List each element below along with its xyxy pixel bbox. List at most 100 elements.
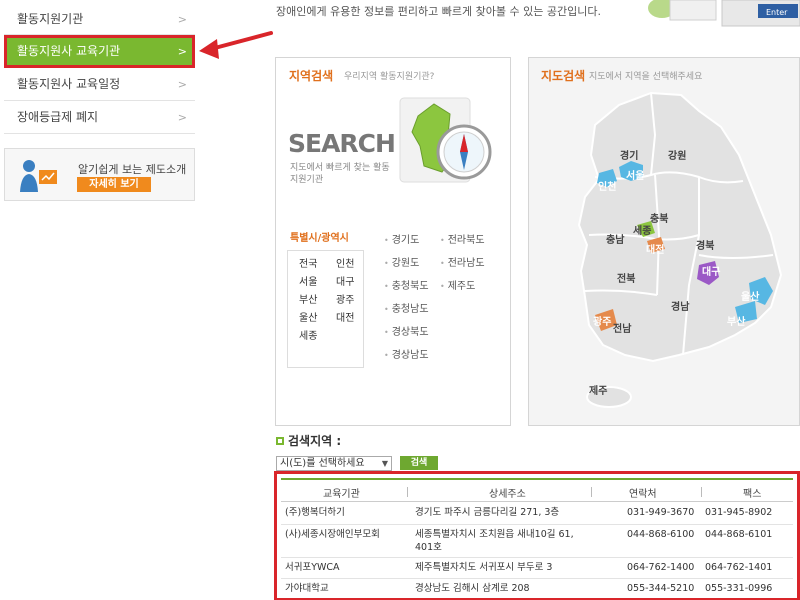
map-search-panel: 지도검색 지도에서 지역을 선택해주세요 경기 강원 서울 인천 충북 충남 세… bbox=[528, 57, 800, 426]
cell-institution: 서귀포YWCA bbox=[285, 562, 340, 573]
province-link-jeonbuk[interactable]: 전라북도 bbox=[440, 234, 485, 257]
map-search-subtitle: 지도에서 지역을 선택해주세요 bbox=[589, 72, 703, 82]
city-link-seoul[interactable]: 서울 bbox=[299, 276, 336, 289]
search-region-label: 검색지역 : bbox=[288, 434, 342, 448]
map-label-gyeongnam[interactable]: 경남 bbox=[671, 298, 689, 313]
intro-text: 장애인에게 유용한 정보를 편리하고 빠르게 찾아볼 수 있는 공간입니다. bbox=[276, 5, 601, 18]
map-label-gyeonggi[interactable]: 경기 bbox=[620, 147, 638, 162]
cell-institution: 가야대학교 bbox=[285, 583, 329, 594]
province-link-chungnam[interactable]: 충청남도 bbox=[384, 303, 429, 326]
header-institution: 교육기관 bbox=[323, 489, 360, 500]
map-label-gangwon[interactable]: 강원 bbox=[668, 147, 686, 162]
province-link-gyeongnam[interactable]: 경상남도 bbox=[384, 349, 429, 372]
map-label-sejong[interactable]: 세종 bbox=[633, 222, 651, 237]
table-header: 교육기관 상세주소 연락처 팩스 bbox=[281, 478, 793, 502]
map-label-gwangju[interactable]: 광주 bbox=[593, 313, 611, 328]
map-label-chungbuk[interactable]: 충북 bbox=[650, 210, 668, 225]
presenter-icon bbox=[20, 160, 57, 192]
map-search-title: 지도검색 bbox=[541, 69, 586, 83]
header-phone: 연락처 bbox=[629, 489, 657, 500]
enter-key-label: Enter bbox=[766, 8, 788, 17]
chevron-down-icon: ▼ bbox=[381, 459, 388, 468]
province-link-chungbuk[interactable]: 충청북도 bbox=[384, 280, 429, 303]
cell-phone: 044-868-6100 bbox=[627, 529, 695, 540]
header-separator bbox=[407, 487, 408, 497]
province-list-2: 전라북도 전라남도 제주도 bbox=[440, 234, 485, 303]
map-label-daegu[interactable]: 대구 bbox=[702, 263, 720, 278]
map-label-ulsan[interactable]: 울산 bbox=[741, 288, 759, 303]
promo-banner[interactable]: 알기쉽게 보는 제도소개 자세히 보기 bbox=[4, 148, 195, 201]
cell-address: 세종특별자치시 조치원읍 새내10길 61, bbox=[415, 529, 574, 540]
red-arrow-annotation bbox=[199, 31, 273, 59]
header-address: 상세주소 bbox=[489, 489, 526, 500]
map-label-gyeongbuk[interactable]: 경북 bbox=[696, 237, 714, 252]
region-select[interactable]: 시(도)를 선택하세요 ▼ bbox=[276, 456, 392, 471]
chevron-right-icon: > bbox=[177, 78, 187, 91]
cell-address: 경기도 파주시 금릉다리길 271, 3층 bbox=[415, 507, 560, 518]
province-link-gyeongbuk[interactable]: 경상북도 bbox=[384, 326, 429, 349]
results-table: 교육기관 상세주소 연락처 팩스 (주)행복더하기 경기도 파주시 금릉다리길 … bbox=[274, 471, 800, 600]
keyboard-illustration: Enter bbox=[648, 0, 800, 27]
province-link-gangwon[interactable]: 강원도 bbox=[384, 257, 429, 280]
region-select-value: 시(도)를 선택하세요 bbox=[280, 458, 365, 469]
sidebar-item-label: 활동지원사 교육기관 bbox=[17, 44, 121, 58]
cell-address: 경상남도 김해시 삼계로 208 bbox=[415, 583, 530, 594]
map-label-busan[interactable]: 부산 bbox=[727, 313, 745, 328]
chevron-right-icon: > bbox=[177, 111, 187, 124]
sidebar-item-agencies[interactable]: 활동지원기관 > bbox=[4, 3, 195, 35]
square-bullet-icon bbox=[276, 437, 284, 445]
table-row[interactable]: 가야대학교 경상남도 김해시 삼계로 208 055-344-5210 055-… bbox=[281, 579, 793, 598]
cell-phone: 055-344-5210 bbox=[627, 583, 695, 594]
map-label-chungnam[interactable]: 충남 bbox=[606, 231, 624, 246]
province-link-jeju[interactable]: 제주도 bbox=[440, 280, 485, 303]
cell-fax: 055-331-0996 bbox=[705, 583, 773, 594]
sidebar-item-training-schedule[interactable]: 활동지원사 교육일정 > bbox=[4, 68, 195, 101]
table-row[interactable]: (사)세종시장애인부모회 세종특별자치시 조치원읍 새내10길 61, 401호… bbox=[281, 525, 793, 558]
chevron-right-icon: > bbox=[177, 13, 187, 26]
sidebar-item-grade-abolition[interactable]: 장애등급제 폐지 > bbox=[4, 101, 195, 134]
promo-text: 알기쉽게 보는 제도소개 bbox=[78, 163, 187, 176]
korea-map[interactable] bbox=[559, 85, 799, 425]
city-link-sejong[interactable]: 세종 bbox=[299, 330, 336, 343]
sidebar-menu: 활동지원기관 > 활동지원사 교육기관 > 활동지원사 교육일정 > 장애등급제… bbox=[4, 3, 195, 134]
city-link-ulsan[interactable]: 울산 bbox=[299, 312, 336, 325]
region-search-subtitle: 우리지역 활동지원기관? bbox=[344, 72, 435, 82]
sidebar-item-label: 활동지원기관 bbox=[17, 12, 84, 26]
city-link-incheon[interactable]: 인천 bbox=[336, 258, 366, 271]
map-label-jeju[interactable]: 제주 bbox=[589, 382, 607, 397]
search-heading: SEARCH bbox=[288, 129, 396, 158]
map-compass-icon bbox=[399, 97, 492, 183]
province-list-1: 경기도 강원도 충청북도 충청남도 경상북도 경상남도 bbox=[384, 234, 429, 372]
map-label-jeonnam[interactable]: 전남 bbox=[613, 320, 631, 335]
map-label-jeonbuk[interactable]: 전북 bbox=[617, 270, 635, 285]
cell-institution: (사)세종시장애인부모회 bbox=[285, 529, 380, 540]
city-link-daejeon[interactable]: 대전 bbox=[336, 312, 366, 325]
cell-fax: 044-868-6101 bbox=[705, 529, 773, 540]
view-details-button[interactable]: 자세히 보기 bbox=[77, 177, 151, 192]
map-label-incheon[interactable]: 인천 bbox=[598, 178, 616, 193]
province-link-gyeonggi[interactable]: 경기도 bbox=[384, 234, 429, 257]
city-link-gwangju[interactable]: 광주 bbox=[336, 294, 366, 307]
city-link-daegu[interactable]: 대구 bbox=[336, 276, 366, 289]
table-row[interactable]: (주)행복더하기 경기도 파주시 금릉다리길 271, 3층 031-949-3… bbox=[281, 502, 793, 525]
header-separator bbox=[701, 487, 702, 497]
sidebar-item-training-institutions[interactable]: 활동지원사 교육기관 > bbox=[4, 35, 195, 68]
header-fax: 팩스 bbox=[743, 489, 762, 500]
sidebar-item-label: 장애등급제 폐지 bbox=[17, 110, 99, 124]
city-link-nationwide[interactable]: 전국 bbox=[299, 258, 336, 271]
cell-fax: 031-945-8902 bbox=[705, 507, 773, 518]
cell-address-line2: 401호 bbox=[415, 542, 442, 553]
table-row[interactable]: 서귀포YWCA 제주특별자치도 서귀포시 부두로 3 064-762-1400 … bbox=[281, 558, 793, 579]
cell-fax: 064-762-1401 bbox=[705, 562, 773, 573]
map-label-seoul[interactable]: 서울 bbox=[626, 167, 644, 182]
header-separator bbox=[591, 487, 592, 497]
cell-address: 제주특별자치도 서귀포시 부두로 3 bbox=[415, 562, 553, 573]
region-search-title: 지역검색 bbox=[289, 69, 334, 83]
map-label-daejeon[interactable]: 대전 bbox=[646, 241, 664, 256]
metro-city-list: 전국 인천 서울 대구 부산 광주 울산 대전 세종 bbox=[287, 250, 364, 368]
search-description: 지도에서 빠르게 찾는 활동지원기관 bbox=[290, 163, 390, 185]
province-link-jeonnam[interactable]: 전라남도 bbox=[440, 257, 485, 280]
metro-cities-title: 특별시/광역시 bbox=[290, 233, 349, 244]
city-link-busan[interactable]: 부산 bbox=[299, 294, 336, 307]
search-button[interactable]: 검색 bbox=[400, 456, 438, 470]
